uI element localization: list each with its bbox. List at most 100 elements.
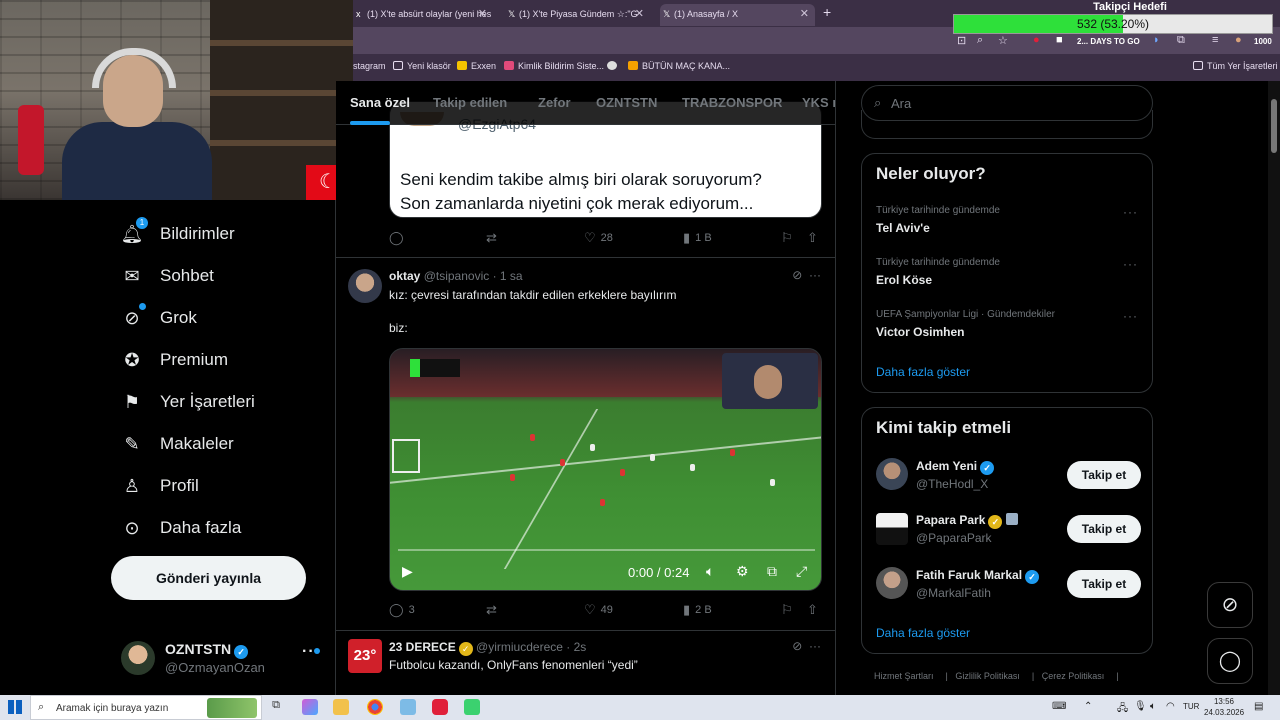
- star-icon[interactable]: ☆: [998, 34, 1008, 47]
- search-input[interactable]: ⌕ Ara: [861, 85, 1153, 121]
- bookmark-button[interactable]: ⚐: [781, 602, 798, 618]
- bookmark-item[interactable]: stagram: [353, 61, 386, 71]
- views-button[interactable]: ▮ 1 B: [683, 230, 712, 246]
- more-icon[interactable]: ···: [1123, 257, 1138, 271]
- repost-button[interactable]: ⇄: [486, 230, 502, 246]
- file-explorer-icon[interactable]: [333, 699, 349, 715]
- app-icon[interactable]: [432, 699, 448, 715]
- grok-icon[interactable]: ⊘: [792, 639, 802, 653]
- repost-button[interactable]: ⇄: [486, 602, 502, 618]
- tab-list[interactable]: YKS n: [802, 95, 835, 110]
- messages-button[interactable]: ◯: [1207, 638, 1253, 684]
- author-handle[interactable]: @yirmiucderece: [476, 640, 563, 654]
- microphone-icon[interactable]: 🎙︎: [1134, 701, 1147, 712]
- suggested-user-name[interactable]: Papara Park ✓: [916, 513, 1019, 529]
- suggested-user-name[interactable]: Fatih Faruk Markal ✓: [916, 568, 1040, 584]
- close-icon[interactable]: ✕: [635, 4, 644, 24]
- author-handle[interactable]: @tsipanovic: [424, 269, 490, 283]
- wifi-icon[interactable]: ◠: [1166, 701, 1175, 712]
- extension-icon[interactable]: ■: [1056, 34, 1063, 46]
- video-player[interactable]: ▶ 0:00 / 0:24 🔈︎ ⚙ ⧉ ⤢: [389, 348, 822, 591]
- footer-link[interactable]: Hizmet Şartları: [874, 671, 934, 681]
- clock[interactable]: 13:56 24.03.2026: [1204, 696, 1244, 718]
- show-more-link[interactable]: Daha fazla göster: [876, 365, 970, 379]
- nav-messages[interactable]: ✉ Sohbet: [120, 259, 213, 293]
- more-icon[interactable]: ···: [809, 268, 821, 282]
- nav-premium[interactable]: ✪ Premium: [120, 343, 228, 377]
- video-progress[interactable]: [398, 549, 815, 551]
- tab-list[interactable]: TRABZONSPOR: [682, 95, 782, 110]
- nav-notifications[interactable]: 🔔︎ 1 Bildirimler: [120, 217, 235, 251]
- extension-icon[interactable]: ●: [1033, 34, 1040, 46]
- keyboard-icon[interactable]: ⌨: [1052, 701, 1066, 712]
- trend-item[interactable]: Tel Aviv'e: [876, 221, 930, 235]
- trend-item[interactable]: Victor Osimhen: [876, 325, 964, 339]
- bookmark-item[interactable]: [607, 61, 621, 71]
- grok-button[interactable]: ⊘: [1207, 582, 1253, 628]
- play-icon[interactable]: ▶: [402, 563, 413, 580]
- bookmark-item[interactable]: Kimlik Bildirim Siste...: [504, 61, 604, 71]
- scrollbar-thumb[interactable]: [1271, 99, 1277, 153]
- footer-link[interactable]: Gizlilik Politikası: [955, 671, 1020, 681]
- reading-list-icon[interactable]: ≡: [1212, 34, 1218, 46]
- windows-start-icon[interactable]: [8, 700, 22, 714]
- browser-tab[interactable]: 𝕏 (1) X'te Piyasa Gündem ☆:"G ✕: [505, 4, 650, 26]
- volume-icon[interactable]: 🔈︎: [1150, 701, 1156, 712]
- copilot-icon[interactable]: [302, 699, 318, 715]
- nav-profile[interactable]: ♙ Profil: [120, 469, 199, 503]
- chrome-icon[interactable]: [367, 699, 383, 715]
- chevron-up-icon[interactable]: ⌃: [1084, 701, 1092, 712]
- browser-tab[interactable]: x (1) X'te absürt olaylar (yeni hes ✕: [353, 4, 493, 26]
- nav-grok[interactable]: ⊘ Grok: [120, 301, 197, 335]
- avatar[interactable]: 23°: [348, 639, 382, 673]
- nav-more[interactable]: ⊙ Daha fazla: [120, 511, 241, 545]
- zoom-icon[interactable]: ⌕: [977, 34, 983, 47]
- avatar[interactable]: [876, 458, 908, 490]
- trend-item[interactable]: Erol Köse: [876, 273, 932, 287]
- app-icon[interactable]: [400, 699, 416, 715]
- more-icon[interactable]: ···: [1123, 205, 1138, 219]
- bookmark-button[interactable]: ⚐: [781, 230, 798, 246]
- close-icon[interactable]: ✕: [800, 4, 809, 24]
- fullscreen-icon[interactable]: ⤢: [796, 563, 807, 580]
- follow-button[interactable]: Takip et: [1067, 461, 1141, 489]
- tab-search-icon[interactable]: ⊡: [957, 34, 966, 47]
- like-button[interactable]: ♡ 49: [584, 602, 613, 618]
- share-button[interactable]: ⇧: [807, 602, 823, 618]
- show-more-link[interactable]: Daha fazla göster: [876, 626, 970, 640]
- taskbar-search[interactable]: ⌕ Aramak için buraya yazın: [30, 695, 262, 720]
- profile-avatar[interactable]: ●: [1235, 34, 1242, 46]
- network-icon[interactable]: 🖧︎: [1117, 701, 1128, 718]
- settings-icon[interactable]: ⚙: [736, 563, 749, 580]
- language-indicator[interactable]: TUR: [1183, 702, 1199, 711]
- post-button[interactable]: Gönderi yayınla: [111, 556, 306, 600]
- notifications-icon[interactable]: ▤: [1254, 701, 1263, 712]
- bookmark-item[interactable]: BÜTÜN MAÇ KANA...: [628, 61, 730, 71]
- browser-tab-active[interactable]: 𝕏 (1) Anasayfa / X ✕: [660, 4, 815, 26]
- task-view-icon[interactable]: ⧉: [268, 699, 284, 715]
- reply-button[interactable]: ◯ 3: [389, 602, 415, 618]
- volume-icon[interactable]: 🔈︎: [706, 563, 714, 580]
- views-button[interactable]: ▮ 2 B: [683, 602, 712, 618]
- share-button[interactable]: ⇧: [807, 230, 823, 246]
- nav-articles[interactable]: ✎ Makaleler: [120, 427, 233, 461]
- account-name[interactable]: OZNTSTN ✓: [165, 641, 249, 659]
- like-button[interactable]: ♡ 28: [584, 230, 613, 246]
- tab-list[interactable]: Zefor: [538, 95, 571, 110]
- more-icon[interactable]: ···: [809, 639, 821, 653]
- extension-icon[interactable]: ◗: [1153, 34, 1160, 46]
- bookmark-item[interactable]: Exxen: [457, 61, 496, 71]
- pip-icon[interactable]: ⧉: [767, 563, 777, 580]
- nav-bookmarks[interactable]: ⚑ Yer İşaretleri: [120, 385, 255, 419]
- follow-button[interactable]: Takip et: [1067, 515, 1141, 543]
- tab-list[interactable]: OZNTSTN: [596, 95, 657, 110]
- all-bookmarks[interactable]: Tüm Yer İşaretleri: [1193, 61, 1278, 71]
- new-tab-button[interactable]: +: [823, 4, 831, 20]
- avatar[interactable]: [121, 641, 155, 675]
- grok-icon[interactable]: ⊘: [792, 268, 802, 282]
- avatar[interactable]: [876, 513, 908, 545]
- avatar[interactable]: [348, 269, 382, 303]
- bookmark-item[interactable]: Yeni klasör: [393, 61, 451, 71]
- more-icon[interactable]: ···: [1123, 309, 1138, 323]
- app-icon[interactable]: [464, 699, 480, 715]
